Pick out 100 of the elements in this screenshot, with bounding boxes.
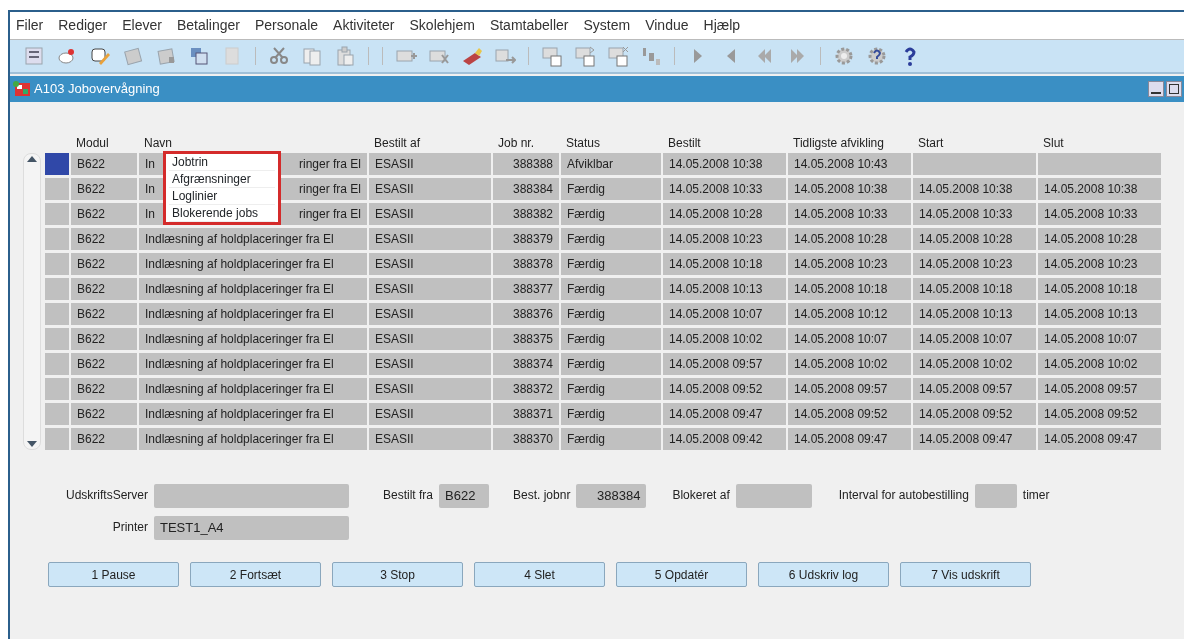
field-label: Best. jobnr	[513, 487, 571, 504]
action-button[interactable]: 3 Stop	[332, 562, 463, 587]
table-cell: Færdig	[561, 178, 661, 200]
table-cell: 14.05.2008 09:47	[663, 403, 786, 425]
menu-item[interactable]: Filer	[16, 15, 44, 36]
table-cell: Færdig	[561, 278, 661, 300]
menu-item[interactable]: Elever	[122, 15, 162, 36]
table-cell: ESASII	[369, 403, 491, 425]
scroll-up-icon[interactable]	[26, 154, 38, 164]
table-cell: 14.05.2008 10:23	[663, 228, 786, 250]
action-button[interactable]: 6 Udskriv log	[758, 562, 889, 587]
column-header: Bestilt	[667, 136, 702, 150]
table-cell: 388374	[493, 353, 559, 375]
table-cell: Færdig	[561, 328, 661, 350]
column-header: Navn	[143, 136, 173, 150]
table-cell: 388388	[493, 153, 559, 175]
table-cell: Indlæsning af holdplaceringer fra El	[139, 253, 367, 275]
scissors-icon[interactable]	[268, 45, 290, 67]
field-label: Interval for autobestilling	[838, 487, 969, 504]
table-cell: Indlæsning af holdplaceringer fra El	[139, 403, 367, 425]
action-button[interactable]: 7 Vis udskrift	[900, 562, 1031, 587]
input-field[interactable]	[974, 484, 1017, 508]
table-cell: 388375	[493, 328, 559, 350]
table-cell: Færdig	[561, 403, 661, 425]
table-cell: B622	[71, 178, 137, 200]
field-label: Blokeret af	[672, 487, 730, 504]
action-button[interactable]: 5 Opdatér	[616, 562, 747, 587]
menu-item[interactable]: Stamtabeller	[489, 15, 569, 36]
minimize-icon[interactable]	[1148, 81, 1164, 97]
table-cell: 14.05.2008 10:23	[788, 253, 911, 275]
table-cell: 14.05.2008 10:13	[913, 303, 1036, 325]
cell-text: In	[145, 206, 155, 223]
table-cell: 388371	[493, 403, 559, 425]
action-button[interactable]: 4 Slet	[474, 562, 605, 587]
table-cell: Indlæsning af holdplaceringer fra El	[139, 353, 367, 375]
table-cell: 14.05.2008 10:07	[1038, 328, 1161, 350]
menu-item[interactable]: Blokerende jobs	[169, 205, 275, 222]
table-cell: Færdig	[561, 203, 661, 225]
table-cell: Indlæsning af holdplaceringer fra El	[139, 428, 367, 450]
menu-item[interactable]: Aktiviteter	[333, 15, 395, 36]
table-cell: ESASII	[369, 378, 491, 400]
menu-item[interactable]: Hjælp	[703, 15, 741, 36]
column-header: Tidligste afvikling	[792, 136, 885, 150]
input-field[interactable]	[154, 484, 349, 508]
table-cell: 14.05.2008 09:52	[663, 378, 786, 400]
table-cell: Færdig	[561, 253, 661, 275]
table-cell: 14.05.2008 09:57	[663, 353, 786, 375]
menu-item[interactable]: Skolehjem	[409, 15, 475, 36]
menu-item[interactable]: Afgrænsninger	[169, 171, 275, 188]
column-header: Bestilt af	[373, 136, 422, 150]
table-cell: 14.05.2008 10:02	[913, 353, 1036, 375]
action-button[interactable]: 1 Pause	[48, 562, 179, 587]
table-cell: Færdig	[561, 303, 661, 325]
input-field[interactable]: 388384	[576, 484, 647, 508]
copy-icon[interactable]	[301, 45, 323, 67]
table-cell: 14.05.2008 10:13	[663, 278, 786, 300]
scrollbar[interactable]	[23, 153, 41, 450]
table-cell: 14.05.2008 10:02	[1038, 353, 1161, 375]
menu-item[interactable]: Jobtrin	[169, 154, 275, 171]
menu-item[interactable]: Betalinger	[176, 15, 240, 36]
settings-icon[interactable]	[833, 45, 855, 67]
table-cell: 388384	[493, 178, 559, 200]
table-cell: 14.05.2008 10:12	[788, 303, 911, 325]
eraser-icon[interactable]	[461, 45, 483, 67]
table-cell: ESASII	[369, 278, 491, 300]
paste-icon[interactable]	[334, 45, 356, 67]
input-field[interactable]: B622	[439, 484, 489, 508]
scroll-down-icon[interactable]	[26, 439, 38, 449]
table-cell: Færdig	[561, 228, 661, 250]
menu-item[interactable]: Loglinier	[169, 188, 275, 205]
menu-item[interactable]: System	[583, 15, 631, 36]
input-field[interactable]: TEST1_A4	[154, 516, 349, 540]
settings-help-icon[interactable]	[866, 45, 888, 67]
edit-icon[interactable]	[89, 45, 111, 67]
table-cell: 14.05.2008 10:43	[788, 153, 911, 175]
list-icon[interactable]	[23, 45, 45, 67]
table-cell: 14.05.2008 10:23	[913, 253, 1036, 275]
table-cell: ESASII	[369, 428, 491, 450]
table-cell: 14.05.2008 09:52	[788, 403, 911, 425]
table-cell: ESASII	[369, 178, 491, 200]
table-cell: 14.05.2008 10:18	[663, 253, 786, 275]
table-cell: B622	[71, 228, 137, 250]
input-field[interactable]	[735, 484, 812, 508]
menu-item[interactable]: Vindue	[645, 15, 689, 36]
menu-item[interactable]: Personale	[255, 15, 319, 36]
action-button[interactable]: 2 Fortsæt	[190, 562, 321, 587]
table-cell: 14.05.2008 09:57	[788, 378, 911, 400]
table-cell: 14.05.2008 09:57	[1038, 378, 1161, 400]
table-cell: 388378	[493, 253, 559, 275]
table-cell: Indlæsning af holdplaceringer fra El	[139, 228, 367, 250]
table-cell: 14.05.2008 10:07	[663, 303, 786, 325]
table-cell: 14.05.2008 10:28	[1038, 228, 1161, 250]
table-cell: B622	[71, 428, 137, 450]
table-cell: ESASII	[369, 353, 491, 375]
maximize-icon[interactable]	[1166, 81, 1182, 97]
table-cell: B622	[71, 403, 137, 425]
menu-item[interactable]: Rediger	[58, 15, 108, 36]
windows-icon[interactable]	[188, 45, 210, 67]
unit-label: timer	[1022, 487, 1050, 504]
table-cell: 14.05.2008 10:38	[1038, 178, 1161, 200]
